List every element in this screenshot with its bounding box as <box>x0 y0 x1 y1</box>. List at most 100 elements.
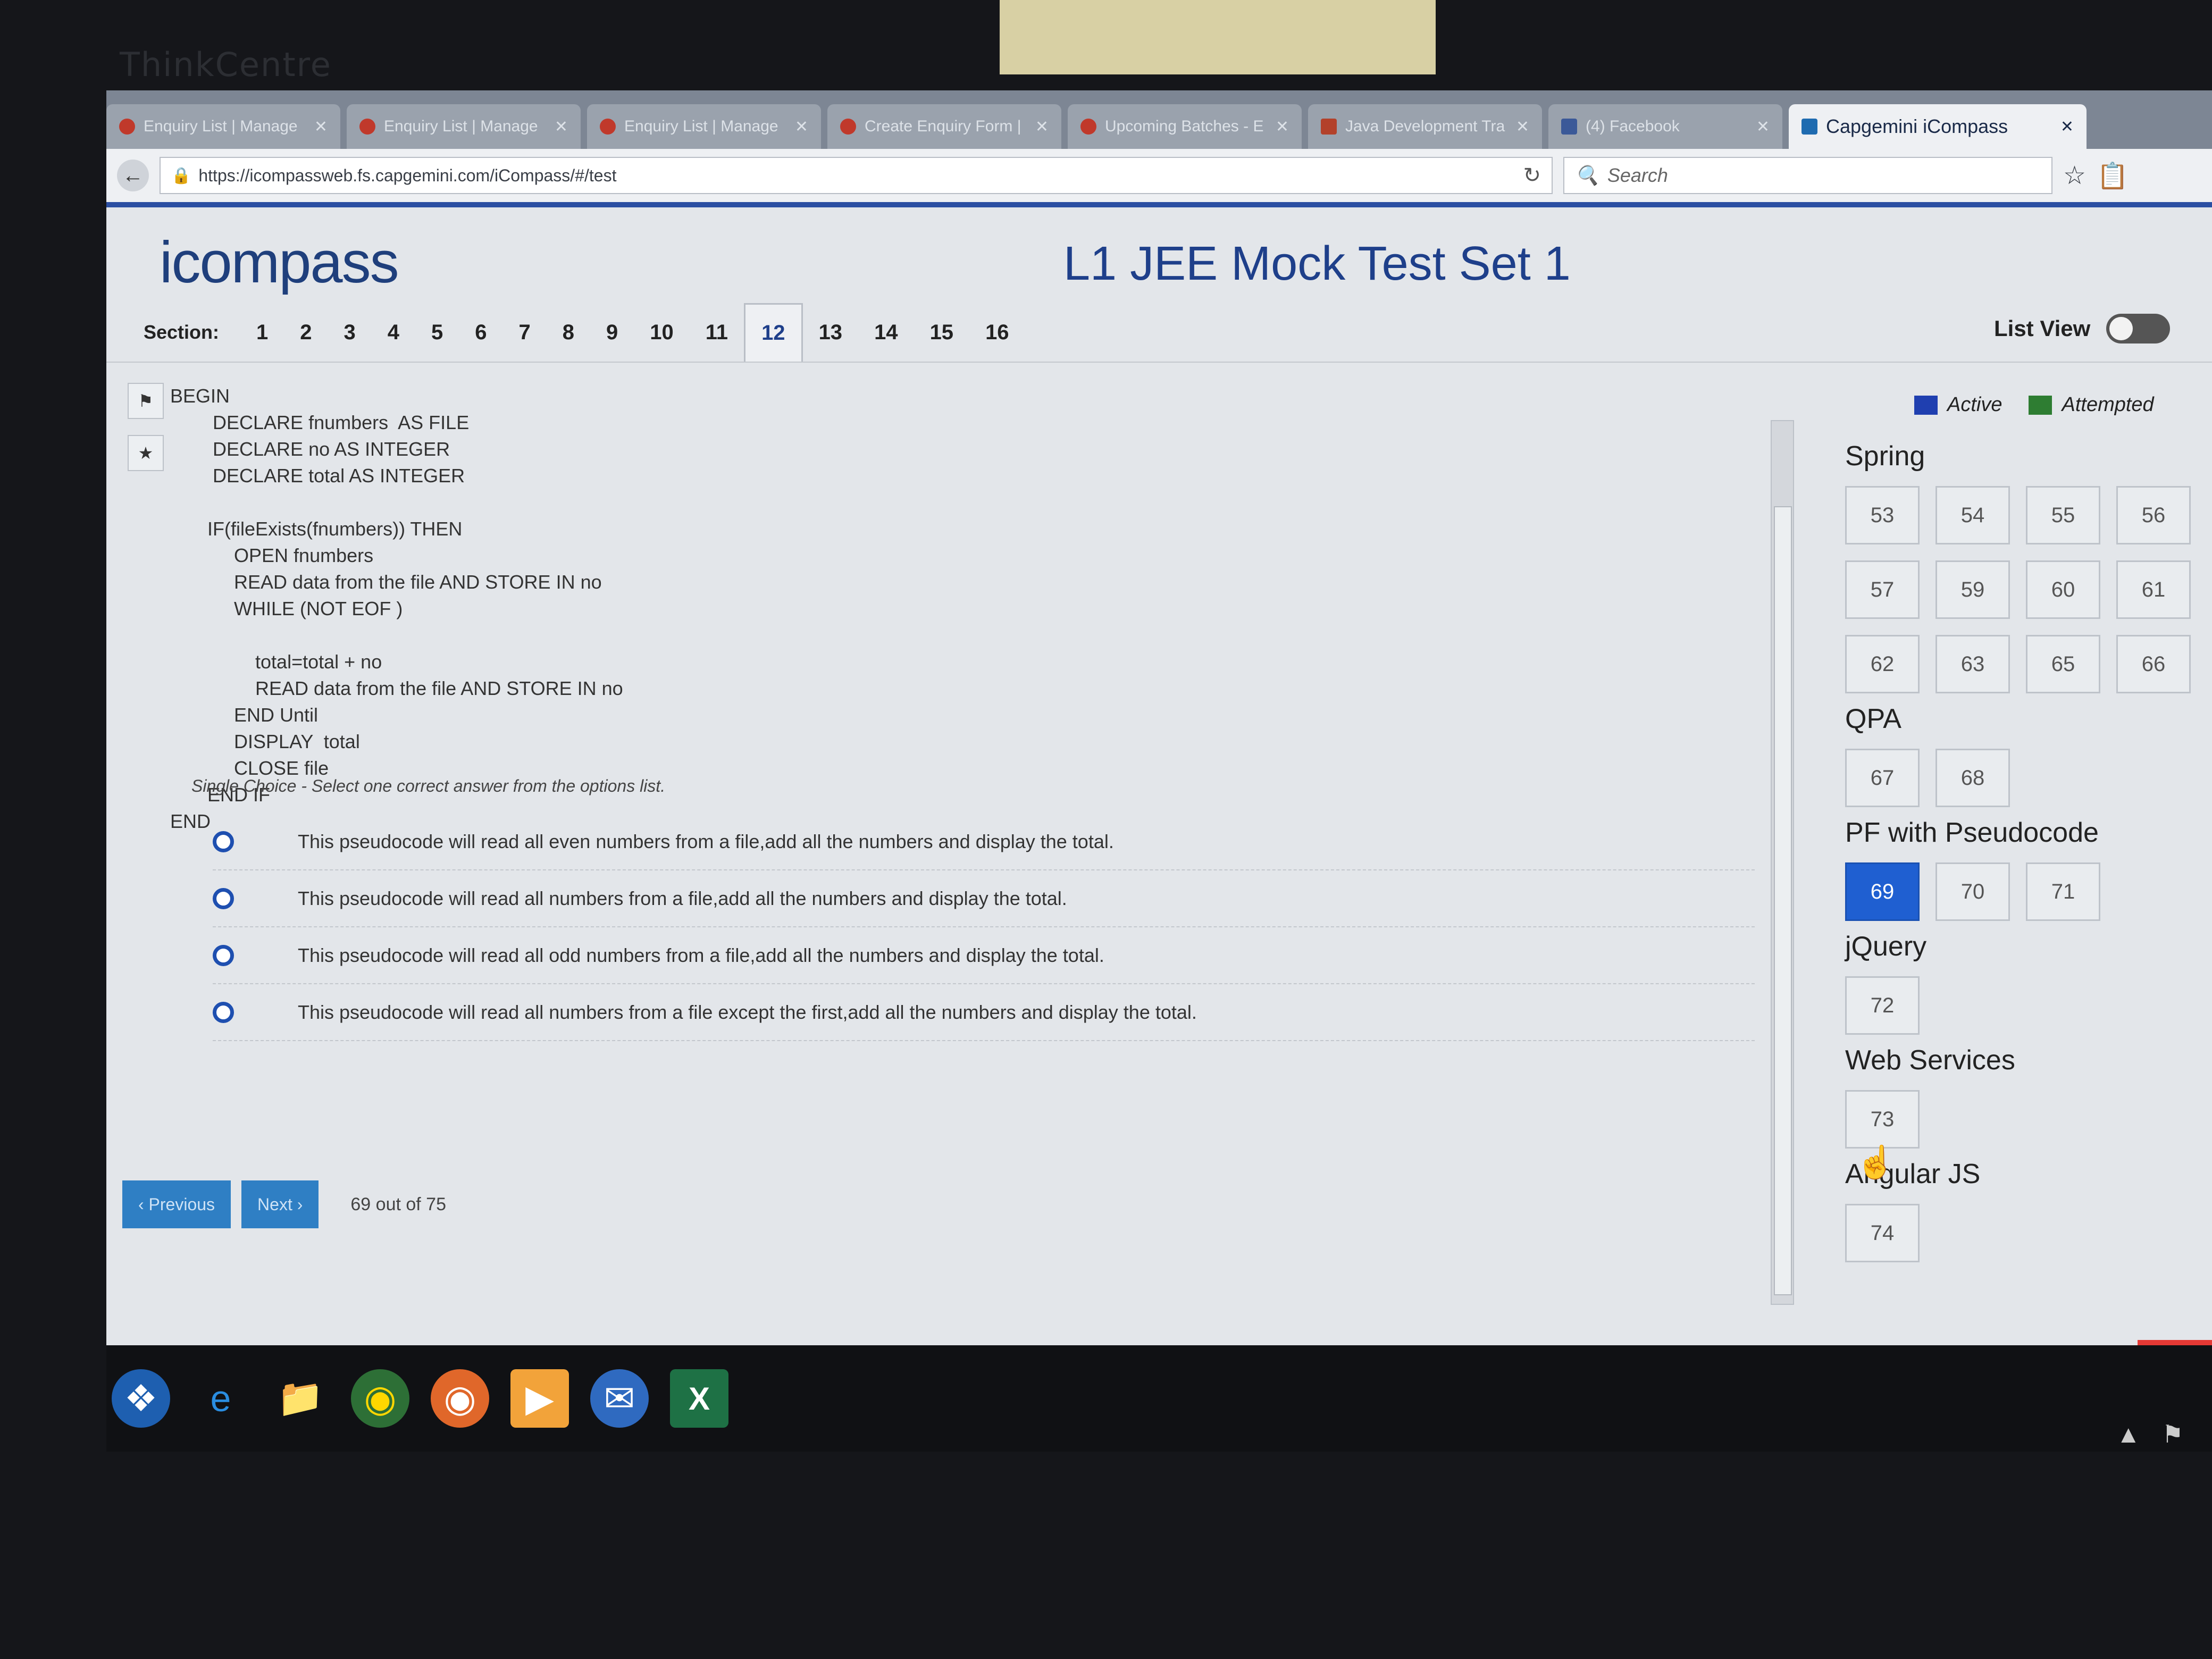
browser-tab[interactable]: Capgemini iCompass ✕ <box>1789 104 2087 149</box>
answer-option[interactable]: This pseudocode will read all even numbe… <box>213 814 1755 870</box>
back-icon[interactable]: ← <box>117 160 149 191</box>
browser-tab[interactable]: (4) Facebook ✕ <box>1548 104 1782 149</box>
close-tab-icon[interactable]: ✕ <box>1276 118 1289 136</box>
lock-icon: 🔒 <box>171 166 191 185</box>
section-label: Section: <box>144 321 220 343</box>
close-tab-icon[interactable]: ✕ <box>1035 118 1049 136</box>
media-player-icon[interactable]: ▶ <box>510 1369 569 1428</box>
section-tab[interactable]: 6 <box>459 303 502 362</box>
question-navigation: ‹ Previous Next › 69 out of 75 <box>122 1180 446 1228</box>
toggle-knob <box>2109 317 2133 340</box>
search-input[interactable]: 🔍 Search <box>1563 157 2052 194</box>
close-tab-icon[interactable]: ✕ <box>555 118 568 136</box>
question-number-button[interactable]: 55 <box>2026 486 2100 544</box>
question-number-button[interactable]: 74 <box>1845 1204 1920 1262</box>
section-tab[interactable]: 9 <box>590 303 634 362</box>
search-placeholder: Search <box>1607 164 1668 186</box>
question-number-button[interactable]: 57 <box>1845 560 1920 619</box>
section-tab[interactable]: 15 <box>914 303 970 362</box>
radio-button[interactable] <box>213 887 234 909</box>
question-number-button[interactable]: 59 <box>1936 560 2010 619</box>
section-tab[interactable]: 5 <box>415 303 459 362</box>
bookmark-star-icon[interactable]: ☆ <box>2063 161 2086 190</box>
question-number-button[interactable]: 61 <box>2116 560 2191 619</box>
section-tab[interactable]: 3 <box>328 303 372 362</box>
java-icon <box>1321 119 1337 135</box>
browser-tab-label: (4) Facebook <box>1586 118 1680 135</box>
section-tabs: Section: 1 2 3 4 5 6 7 8 9 10 11 12 13 14 15 16 <box>144 303 1025 362</box>
rocket-icon <box>1080 119 1096 135</box>
palette-scrollbar[interactable] <box>1771 420 1794 1305</box>
answer-option[interactable]: This pseudocode will read all odd number… <box>213 927 1755 984</box>
section-tab[interactable]: 1 <box>240 303 284 362</box>
question-number-button[interactable]: 54 <box>1936 486 2010 544</box>
answer-option[interactable]: This pseudocode will read all numbers fr… <box>213 984 1755 1041</box>
internet-explorer-icon[interactable]: e <box>191 1369 250 1428</box>
question-number-button[interactable]: 69 <box>1845 862 1920 921</box>
thunderbird-icon[interactable]: ✉ <box>590 1369 649 1428</box>
legend-active: Active <box>1914 393 2002 416</box>
radio-button[interactable] <box>213 944 234 966</box>
section-tab[interactable]: 11 <box>690 303 744 362</box>
chrome-icon[interactable]: ◉ <box>351 1369 409 1428</box>
section-tab[interactable]: 4 <box>372 303 415 362</box>
browser-tab[interactable]: Upcoming Batches - E ✕ <box>1068 104 1302 149</box>
browser-tab[interactable]: Create Enquiry Form | ✕ <box>827 104 1061 149</box>
section-tab[interactable]: 2 <box>284 303 328 362</box>
section-tab[interactable]: 8 <box>547 303 590 362</box>
browser-tab[interactable]: Enquiry List | Manage ✕ <box>347 104 581 149</box>
browser-tab-label: Enquiry List | Manage <box>144 118 298 135</box>
question-number-button[interactable]: 72 <box>1845 976 1920 1035</box>
question-number-button[interactable]: 66 <box>2116 635 2191 693</box>
palette-group: 67 68 <box>1845 749 2196 807</box>
question-number-button[interactable]: 65 <box>2026 635 2100 693</box>
radio-button[interactable] <box>213 1001 234 1023</box>
clipboard-icon[interactable]: 📋 <box>2097 161 2129 191</box>
section-tab[interactable]: 16 <box>969 303 1025 362</box>
start-button-icon[interactable]: ❖ <box>112 1369 170 1428</box>
tray-arrow-icon[interactable]: ▲ <box>2116 1420 2141 1448</box>
reload-icon[interactable]: ↻ <box>1523 163 1541 188</box>
question-number-button[interactable]: 62 <box>1845 635 1920 693</box>
flag-icon[interactable]: ⚑ <box>128 383 164 419</box>
question-number-button[interactable]: 68 <box>1936 749 2010 807</box>
question-number-button[interactable]: 63 <box>1936 635 2010 693</box>
file-explorer-icon[interactable]: 📁 <box>271 1369 330 1428</box>
excel-icon[interactable]: X <box>670 1369 728 1428</box>
radio-button[interactable] <box>213 831 234 852</box>
firefox-icon[interactable]: ◉ <box>431 1369 489 1428</box>
question-number-button[interactable]: 60 <box>2026 560 2100 619</box>
section-tab[interactable]: 10 <box>634 303 690 362</box>
question-number-button[interactable]: 70 <box>1936 862 2010 921</box>
section-tab[interactable]: 13 <box>803 303 859 362</box>
question-number-button[interactable]: 67 <box>1845 749 1920 807</box>
next-button[interactable]: Next › <box>241 1180 319 1228</box>
close-tab-icon[interactable]: ✕ <box>2060 118 2074 136</box>
legend-active-label: Active <box>1947 393 2002 416</box>
opera-icon <box>119 119 135 135</box>
question-number-button[interactable]: 53 <box>1845 486 1920 544</box>
star-icon[interactable]: ★ <box>128 435 164 471</box>
address-bar[interactable]: 🔒 https://icompassweb.fs.capgemini.com/i… <box>160 157 1553 194</box>
close-tab-icon[interactable]: ✕ <box>795 118 808 136</box>
section-tab[interactable]: 12 <box>744 303 803 362</box>
question-number-button[interactable]: 71 <box>2026 862 2100 921</box>
action-center-flag-icon[interactable]: ⚑ <box>2162 1420 2184 1448</box>
question-number-button[interactable]: 56 <box>2116 486 2191 544</box>
previous-button[interactable]: ‹ Previous <box>122 1180 231 1228</box>
close-tab-icon[interactable]: ✕ <box>314 118 328 136</box>
palette-group-title: QPA <box>1845 703 1901 734</box>
section-tab[interactable]: 7 <box>503 303 547 362</box>
browser-tab[interactable]: Enquiry List | Manage ✕ <box>587 104 821 149</box>
list-view-toggle[interactable] <box>2106 314 2171 343</box>
pseudocode: BEGIN DECLARE fnumbers AS FILE DECLARE n… <box>170 385 623 832</box>
browser-tab[interactable]: Java Development Tra ✕ <box>1308 104 1542 149</box>
section-tab[interactable]: 14 <box>858 303 914 362</box>
close-tab-icon[interactable]: ✕ <box>1516 118 1529 136</box>
browser-tab-label: Java Development Tra <box>1345 118 1505 135</box>
question-number-button[interactable]: 73 <box>1845 1090 1920 1149</box>
answer-option[interactable]: This pseudocode will read all numbers fr… <box>213 870 1755 927</box>
scrollbar-thumb[interactable] <box>1774 506 1792 1295</box>
browser-tab[interactable]: Enquiry List | Manage ✕ <box>106 104 340 149</box>
close-tab-icon[interactable]: ✕ <box>1756 118 1770 136</box>
